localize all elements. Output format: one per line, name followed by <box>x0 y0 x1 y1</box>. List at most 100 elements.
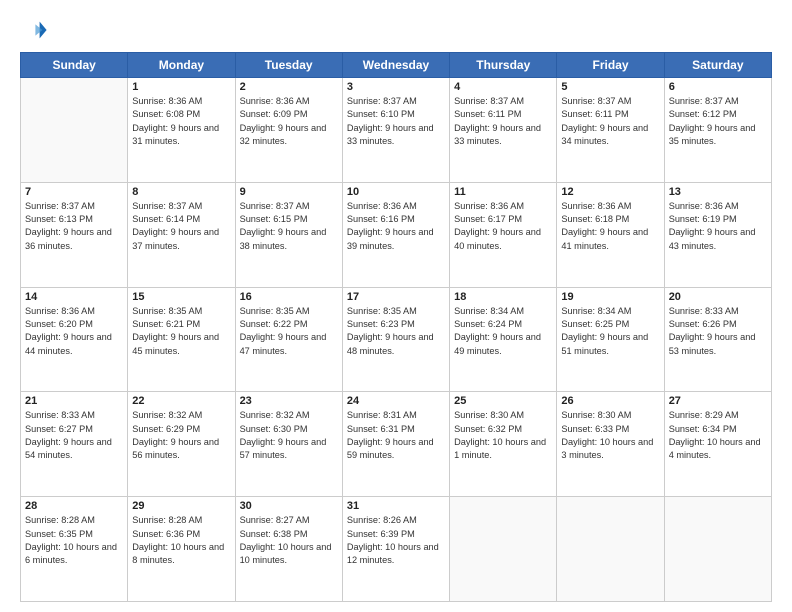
calendar-cell: 29Sunrise: 8:28 AMSunset: 6:36 PMDayligh… <box>128 497 235 602</box>
calendar-cell: 27 Sunrise: 8:29 AMSunset: 6:34 PMDayligh… <box>664 392 771 497</box>
calendar-cell: 19 Sunrise: 8:34 AMSunset: 6:25 PMDayligh… <box>557 287 664 392</box>
week-row-1: 1 Sunrise: 8:36 AMSunset: 6:08 PMDaylight… <box>21 78 772 183</box>
day-number: 28 <box>25 500 123 512</box>
week-row-2: 7Sunrise: 8:37 AMSunset: 6:13 PMDaylight… <box>21 182 772 287</box>
day-number: 17 <box>347 291 445 303</box>
calendar-cell: 20 Sunrise: 8:33 AMSunset: 6:26 PMDayligh… <box>664 287 771 392</box>
calendar-cell: 7Sunrise: 8:37 AMSunset: 6:13 PMDaylight… <box>21 182 128 287</box>
header <box>20 16 772 44</box>
weekday-header-row: SundayMondayTuesdayWednesdayThursdayFrid… <box>21 53 772 78</box>
day-info: Sunrise: 8:27 AMSunset: 6:38 PMDaylight:… <box>240 514 338 567</box>
day-info: Sunrise: 8:31 AMSunset: 6:31 PMDaylight:… <box>347 409 445 462</box>
day-number: 14 <box>25 291 123 303</box>
day-number: 1 <box>132 81 230 93</box>
day-info: Sunrise: 8:35 AMSunset: 6:23 PMDaylight:… <box>347 305 445 358</box>
calendar-table: SundayMondayTuesdayWednesdayThursdayFrid… <box>20 52 772 602</box>
day-number: 20 <box>669 291 767 303</box>
calendar-cell <box>664 497 771 602</box>
calendar-cell: 24Sunrise: 8:31 AMSunset: 6:31 PMDayligh… <box>342 392 449 497</box>
day-info: Sunrise: 8:33 AMSunset: 6:26 PMDaylight:… <box>669 305 767 358</box>
calendar-cell: 12 Sunrise: 8:36 AMSunset: 6:18 PMDayligh… <box>557 182 664 287</box>
calendar-cell: 23 Sunrise: 8:32 AMSunset: 6:30 PMDayligh… <box>235 392 342 497</box>
calendar-cell <box>21 78 128 183</box>
calendar-cell: 18 Sunrise: 8:34 AMSunset: 6:24 PMDayligh… <box>450 287 557 392</box>
day-info: Sunrise: 8:36 AMSunset: 6:16 PMDaylight:… <box>347 200 445 253</box>
day-info: Sunrise: 8:36 AMSunset: 6:19 PMDaylight:… <box>669 200 767 253</box>
day-info: Sunrise: 8:36 AMSunset: 6:08 PMDaylight:… <box>132 95 230 148</box>
calendar-cell: 25 Sunrise: 8:30 AMSunset: 6:32 PMDayligh… <box>450 392 557 497</box>
day-info: Sunrise: 8:36 AMSunset: 6:17 PMDaylight:… <box>454 200 552 253</box>
day-info: Sunrise: 8:37 AMSunset: 6:14 PMDaylight:… <box>132 200 230 253</box>
day-number: 4 <box>454 81 552 93</box>
weekday-header-thursday: Thursday <box>450 53 557 78</box>
day-info: Sunrise: 8:37 AMSunset: 6:11 PMDaylight:… <box>454 95 552 148</box>
weekday-header-tuesday: Tuesday <box>235 53 342 78</box>
day-number: 13 <box>669 186 767 198</box>
calendar-cell: 15Sunrise: 8:35 AMSunset: 6:21 PMDayligh… <box>128 287 235 392</box>
day-info: Sunrise: 8:37 AMSunset: 6:10 PMDaylight:… <box>347 95 445 148</box>
logo-icon <box>20 16 48 44</box>
day-number: 6 <box>669 81 767 93</box>
calendar-cell: 5Sunrise: 8:37 AMSunset: 6:11 PMDaylight… <box>557 78 664 183</box>
calendar-cell <box>450 497 557 602</box>
day-number: 15 <box>132 291 230 303</box>
page: SundayMondayTuesdayWednesdayThursdayFrid… <box>0 0 792 612</box>
day-number: 26 <box>561 395 659 407</box>
logo <box>20 16 52 44</box>
day-info: Sunrise: 8:32 AMSunset: 6:30 PMDaylight:… <box>240 409 338 462</box>
week-row-4: 21Sunrise: 8:33 AMSunset: 6:27 PMDayligh… <box>21 392 772 497</box>
day-number: 12 <box>561 186 659 198</box>
calendar-cell: 3 Sunrise: 8:37 AMSunset: 6:10 PMDaylight… <box>342 78 449 183</box>
day-number: 22 <box>132 395 230 407</box>
calendar-cell: 11Sunrise: 8:36 AMSunset: 6:17 PMDayligh… <box>450 182 557 287</box>
day-info: Sunrise: 8:30 AMSunset: 6:32 PMDaylight:… <box>454 409 552 462</box>
day-info: Sunrise: 8:34 AMSunset: 6:25 PMDaylight:… <box>561 305 659 358</box>
day-number: 25 <box>454 395 552 407</box>
day-info: Sunrise: 8:37 AMSunset: 6:15 PMDaylight:… <box>240 200 338 253</box>
calendar-cell: 31 Sunrise: 8:26 AMSunset: 6:39 PMDayligh… <box>342 497 449 602</box>
day-number: 18 <box>454 291 552 303</box>
calendar-cell: 6 Sunrise: 8:37 AMSunset: 6:12 PMDaylight… <box>664 78 771 183</box>
calendar-cell: 4 Sunrise: 8:37 AMSunset: 6:11 PMDaylight… <box>450 78 557 183</box>
calendar-cell: 26 Sunrise: 8:30 AMSunset: 6:33 PMDayligh… <box>557 392 664 497</box>
day-info: Sunrise: 8:36 AMSunset: 6:20 PMDaylight:… <box>25 305 123 358</box>
day-info: Sunrise: 8:29 AMSunset: 6:34 PMDaylight:… <box>669 409 767 462</box>
day-number: 8 <box>132 186 230 198</box>
day-number: 2 <box>240 81 338 93</box>
day-number: 19 <box>561 291 659 303</box>
week-row-3: 14 Sunrise: 8:36 AMSunset: 6:20 PMDayligh… <box>21 287 772 392</box>
calendar-cell: 9Sunrise: 8:37 AMSunset: 6:15 PMDaylight… <box>235 182 342 287</box>
day-number: 31 <box>347 500 445 512</box>
calendar-cell: 14 Sunrise: 8:36 AMSunset: 6:20 PMDayligh… <box>21 287 128 392</box>
calendar-cell: 21Sunrise: 8:33 AMSunset: 6:27 PMDayligh… <box>21 392 128 497</box>
day-info: Sunrise: 8:26 AMSunset: 6:39 PMDaylight:… <box>347 514 445 567</box>
day-info: Sunrise: 8:32 AMSunset: 6:29 PMDaylight:… <box>132 409 230 462</box>
calendar-cell: 2Sunrise: 8:36 AMSunset: 6:09 PMDaylight… <box>235 78 342 183</box>
day-info: Sunrise: 8:30 AMSunset: 6:33 PMDaylight:… <box>561 409 659 462</box>
day-number: 16 <box>240 291 338 303</box>
day-info: Sunrise: 8:36 AMSunset: 6:18 PMDaylight:… <box>561 200 659 253</box>
calendar-cell: 22 Sunrise: 8:32 AMSunset: 6:29 PMDayligh… <box>128 392 235 497</box>
calendar-cell: 16 Sunrise: 8:35 AMSunset: 6:22 PMDayligh… <box>235 287 342 392</box>
day-info: Sunrise: 8:37 AMSunset: 6:12 PMDaylight:… <box>669 95 767 148</box>
calendar-cell: 17 Sunrise: 8:35 AMSunset: 6:23 PMDayligh… <box>342 287 449 392</box>
day-number: 10 <box>347 186 445 198</box>
calendar-cell: 30 Sunrise: 8:27 AMSunset: 6:38 PMDayligh… <box>235 497 342 602</box>
day-number: 29 <box>132 500 230 512</box>
day-info: Sunrise: 8:34 AMSunset: 6:24 PMDaylight:… <box>454 305 552 358</box>
calendar-cell: 28Sunrise: 8:28 AMSunset: 6:35 PMDayligh… <box>21 497 128 602</box>
calendar-cell: 10 Sunrise: 8:36 AMSunset: 6:16 PMDayligh… <box>342 182 449 287</box>
day-number: 27 <box>669 395 767 407</box>
day-info: Sunrise: 8:37 AMSunset: 6:13 PMDaylight:… <box>25 200 123 253</box>
day-number: 3 <box>347 81 445 93</box>
day-info: Sunrise: 8:37 AMSunset: 6:11 PMDaylight:… <box>561 95 659 148</box>
day-info: Sunrise: 8:35 AMSunset: 6:22 PMDaylight:… <box>240 305 338 358</box>
day-number: 21 <box>25 395 123 407</box>
day-number: 30 <box>240 500 338 512</box>
calendar-cell: 13 Sunrise: 8:36 AMSunset: 6:19 PMDayligh… <box>664 182 771 287</box>
day-number: 23 <box>240 395 338 407</box>
week-row-5: 28Sunrise: 8:28 AMSunset: 6:35 PMDayligh… <box>21 497 772 602</box>
calendar-cell <box>557 497 664 602</box>
weekday-header-friday: Friday <box>557 53 664 78</box>
weekday-header-wednesday: Wednesday <box>342 53 449 78</box>
